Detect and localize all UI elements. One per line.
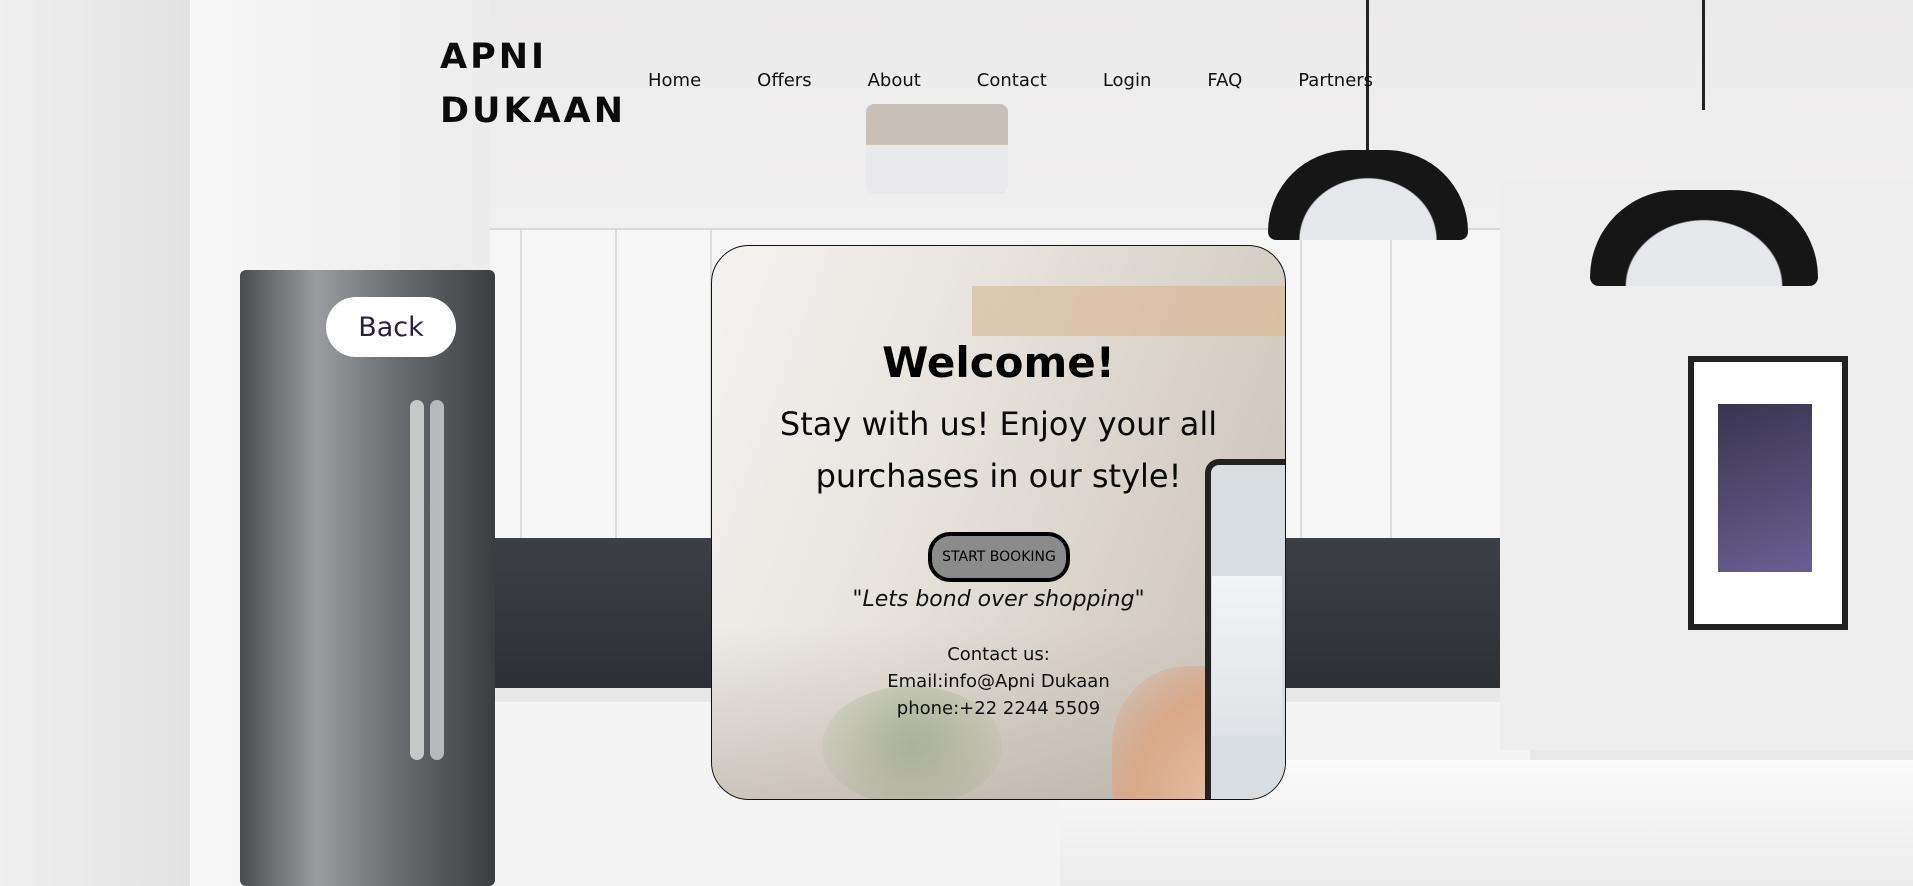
brand-line-1: APNI [440, 37, 548, 77]
brand-line-2: DUKAAN [440, 91, 627, 131]
card-background-image [972, 286, 1285, 336]
nav-about[interactable]: About [868, 70, 921, 91]
start-booking-button[interactable]: START BOOKING [928, 532, 1070, 582]
quote-text: "Lets bond over shopping" [852, 587, 1145, 612]
nav-partners[interactable]: Partners [1298, 70, 1373, 91]
welcome-card: Welcome! Stay with us! Enjoy your all pu… [711, 245, 1286, 800]
back-button[interactable]: Back [326, 297, 456, 357]
nav-faq[interactable]: FAQ [1207, 70, 1242, 91]
nav-login[interactable]: Login [1103, 70, 1152, 91]
contact-phone: phone:+22 2244 5509 [896, 698, 1101, 719]
contact-email: Email:info@Apni Dukaan [887, 671, 1110, 692]
nav-offers[interactable]: Offers [757, 70, 811, 91]
nav-home[interactable]: Home [648, 70, 701, 91]
main-nav: Home Offers About Contact Login FAQ Part… [648, 70, 1373, 91]
welcome-title: Welcome! [882, 338, 1115, 387]
contact-block: Contact us: Email:info@Apni Dukaan phone… [712, 641, 1285, 722]
tagline-text: Stay with us! Enjoy your all purchases i… [779, 405, 1218, 495]
contact-heading: Contact us: [947, 644, 1050, 665]
nav-contact[interactable]: Contact [977, 70, 1047, 91]
brand-logo[interactable]: APNI DUKAAN [440, 30, 640, 138]
